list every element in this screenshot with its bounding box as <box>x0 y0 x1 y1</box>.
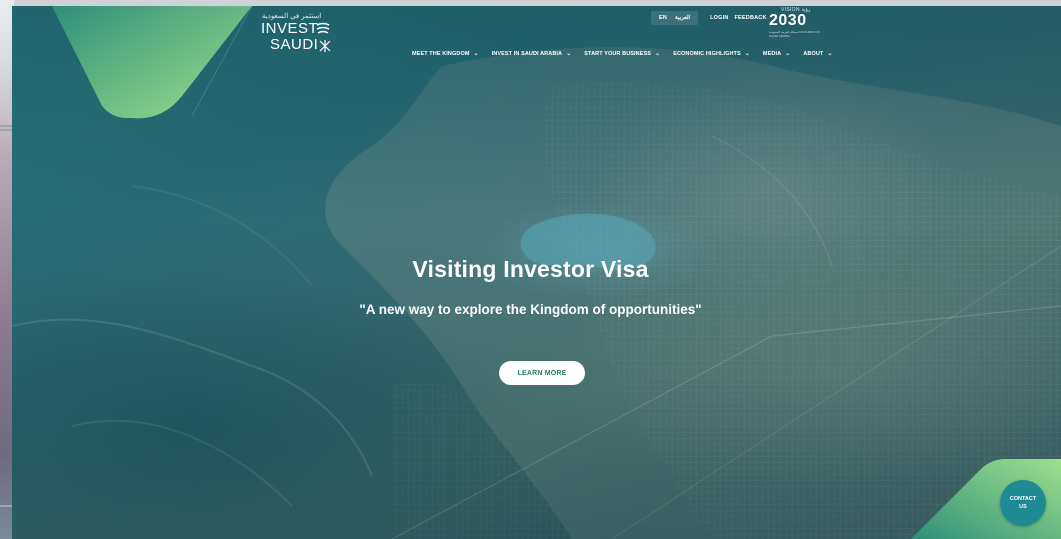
main-nav: MEET THE KINGDOM ⌄ INVEST IN SAUDI ARABI… <box>412 50 846 58</box>
nav-label: START YOUR BUSINESS <box>584 50 652 57</box>
chevron-down-icon: ⌄ <box>785 51 791 57</box>
hero-subtitle: "A new way to explore the Kingdom of opp… <box>359 302 702 317</box>
hero-title: Visiting Investor Visa <box>412 256 649 282</box>
lang-en-link[interactable]: EN <box>659 15 667 21</box>
chevron-down-icon: ⌄ <box>473 51 479 57</box>
learn-more-button[interactable]: LEARN MORE <box>499 361 585 385</box>
chevron-down-icon: ⌄ <box>566 51 572 57</box>
contact-line-2: US <box>1019 504 1027 510</box>
utility-bar: EN العربية LOGIN FEEDBACK <box>651 11 767 25</box>
contact-us-button[interactable]: CONTACT US <box>1000 480 1046 526</box>
nav-item-meet-the-kingdom[interactable]: MEET THE KINGDOM ⌄ <box>412 50 479 58</box>
nav-item-start-your-business[interactable]: START YOUR BUSINESS ⌄ <box>584 50 661 58</box>
palm-icon <box>316 22 330 34</box>
nav-label: MEET THE KINGDOM <box>412 50 470 57</box>
contact-line-1: CONTACT <box>1009 496 1037 502</box>
nav-item-media[interactable]: MEDIA ⌄ <box>762 50 791 58</box>
logo-saudi-text: SAUDI <box>270 36 319 53</box>
nav-label: MEDIA <box>762 50 782 57</box>
nav-label: ABOUT <box>803 50 824 57</box>
nav-label: ECONOMIC HIGHLIGHTS <box>673 50 741 57</box>
chevron-down-icon: ⌄ <box>827 51 833 57</box>
lang-ar-link[interactable]: العربية <box>675 15 690 21</box>
feedback-link[interactable]: FEEDBACK <box>735 15 767 21</box>
vision-year: 2030 <box>769 12 807 29</box>
login-link[interactable]: LOGIN <box>710 15 728 21</box>
nav-item-invest-in-saudi-arabia[interactable]: INVEST IN SAUDI ARABIA ⌄ <box>491 50 572 58</box>
nav-item-about[interactable]: ABOUT ⌄ <box>803 50 833 58</box>
nav-label: INVEST IN SAUDI ARABIA <box>491 50 563 57</box>
logo-invest-text: INVEST <box>261 20 319 37</box>
chevron-down-icon: ⌄ <box>655 51 661 57</box>
decor-corner-top-left <box>52 6 252 119</box>
invest-saudi-logo[interactable]: استثمر في السعودية INVEST SAUDI <box>258 12 348 62</box>
logo-arabic-text: استثمر في السعودية <box>262 13 322 20</box>
crossed-swords-icon <box>319 40 331 52</box>
nav-item-economic-highlights[interactable]: ECONOMIC HIGHLIGHTS ⌄ <box>673 50 750 58</box>
chevron-down-icon: ⌄ <box>744 51 750 57</box>
language-switcher: EN العربية <box>651 11 699 25</box>
vision-subtitle: المملكة العربية السعودية KINGDOM OF SAUD… <box>769 30 820 38</box>
vision-2030-logo[interactable]: VISION رؤية 2030 المملكة العربية السعودي… <box>765 7 825 38</box>
